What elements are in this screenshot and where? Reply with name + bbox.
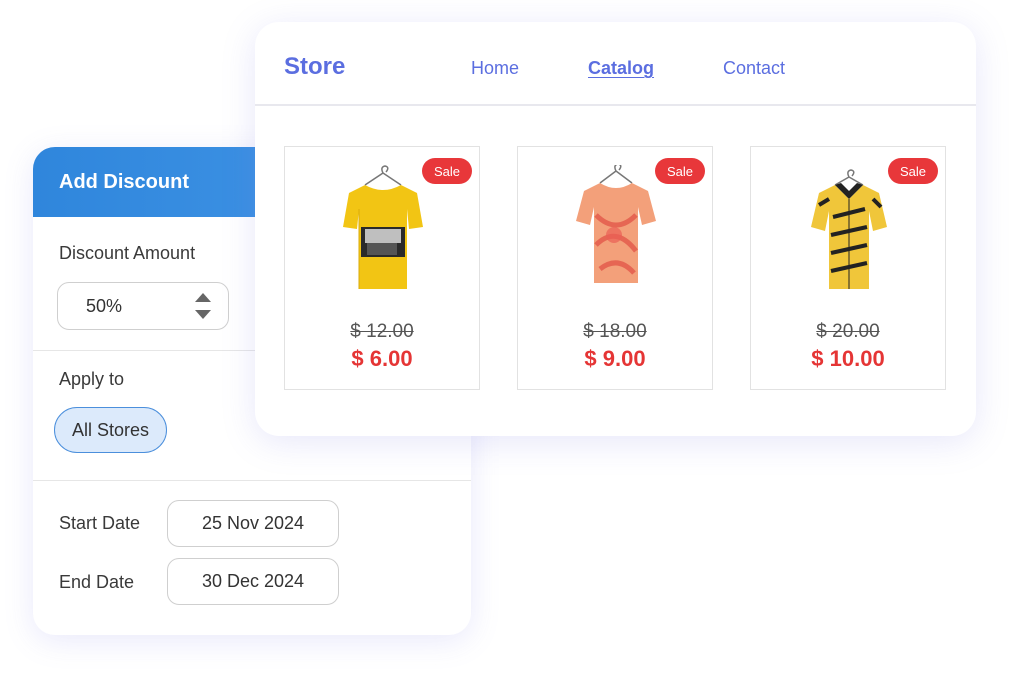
product-card[interactable]: Sale $ 18.00 $ 9.00 (517, 146, 713, 390)
original-price: $ 12.00 (350, 321, 414, 342)
original-price: $ 20.00 (816, 321, 880, 342)
discount-amount-value: 50% (86, 295, 123, 316)
discounted-price: $ 10.00 (811, 346, 885, 371)
discounted-price: $ 9.00 (584, 346, 646, 371)
nav-home-link[interactable]: Home (471, 58, 519, 79)
product-card[interactable]: Sale $ 12.00 $ 6.00 (284, 146, 480, 390)
nav-contact-link[interactable]: Contact (723, 58, 785, 79)
nav-divider (255, 104, 976, 106)
all-stores-chip[interactable]: All Stores (54, 407, 167, 453)
store-preview-window: Store Home Catalog Contact Sale $ 12.00 … (255, 22, 976, 436)
end-date-label: End Date (59, 572, 135, 592)
decrement-arrow-icon[interactable] (195, 310, 211, 319)
end-date-field[interactable]: 30 Dec 2024 (167, 558, 339, 605)
start-date-label: Start Date (59, 513, 141, 533)
original-price: $ 18.00 (583, 321, 647, 342)
discounted-price: $ 6.00 (351, 346, 413, 371)
yellow-tshirt-icon (343, 165, 423, 289)
discount-amount-field[interactable]: 50% (57, 282, 229, 330)
increment-arrow-icon[interactable] (195, 293, 211, 302)
discount-amount-label: Discount Amount (59, 243, 196, 263)
nav-catalog-link[interactable]: Catalog (588, 58, 654, 79)
store-brand-logo[interactable]: Store (284, 53, 345, 81)
start-date-field[interactable]: 25 Nov 2024 (167, 500, 339, 547)
amount-stepper[interactable] (194, 293, 212, 319)
divider (33, 480, 471, 481)
apply-to-label: Apply to (59, 369, 125, 389)
product-card[interactable]: Sale $ 20.00 $ 10.00 (750, 146, 946, 390)
tiedye-tshirt-icon (576, 165, 656, 283)
patterned-shirt-icon (811, 169, 887, 289)
